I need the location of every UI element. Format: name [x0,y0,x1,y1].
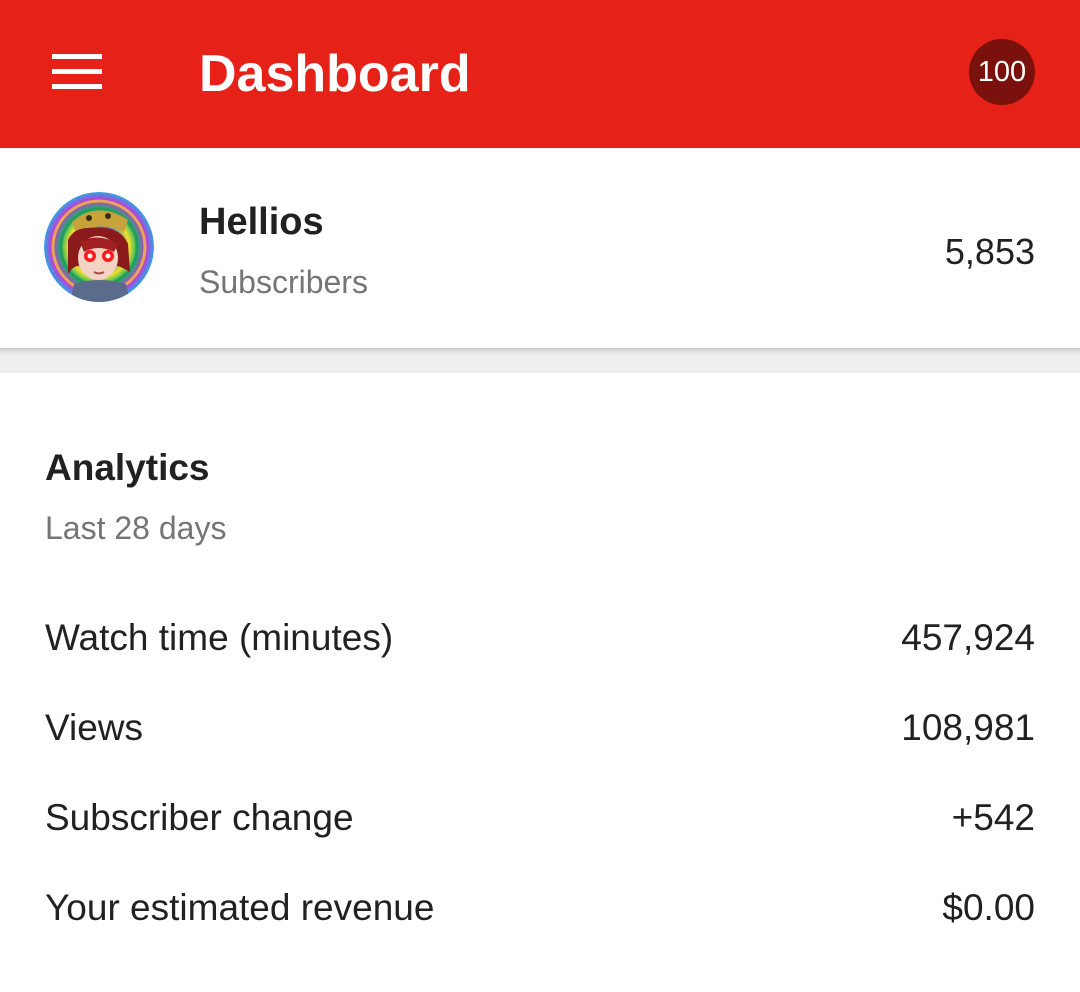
channel-card[interactable]: Hellios Subscribers 5,853 [0,148,1080,348]
metric-row-estimated-revenue: Your estimated revenue $0.00 [0,863,1080,953]
page-title: Dashboard [199,45,471,103]
channel-avatar-image [44,192,154,302]
analytics-title: Analytics [45,447,210,488]
metric-row-views: Views 108,981 [0,683,1080,773]
section-divider [0,348,1080,373]
analytics-card[interactable]: Analytics Last 28 days Watch time (minut… [0,373,1080,992]
metric-label: Watch time (minutes) [45,617,394,658]
app-bar: Dashboard 100 [0,0,1080,148]
metric-row-watch-time: Watch time (minutes) 457,924 [0,593,1080,683]
metric-value: $0.00 [942,887,1035,928]
metric-label: Your estimated revenue [45,887,435,928]
menu-line [52,69,102,74]
metric-label: Views [45,707,144,748]
menu-line [52,54,102,59]
analytics-period: Last 28 days [45,510,227,546]
metric-value: 457,924 [901,617,1035,658]
metric-value: 108,981 [901,707,1035,748]
metric-value: +542 [951,797,1035,838]
subscribers-label: Subscribers [199,264,368,300]
avatar [44,192,154,302]
notification-badge[interactable]: 100 [969,39,1035,105]
metric-label: Subscriber change [45,797,354,838]
hamburger-menu-icon[interactable] [40,40,114,104]
menu-line [52,84,102,89]
channel-name: Hellios [199,201,324,243]
subscribers-count: 5,853 [944,231,1035,272]
metric-row-subscriber-change: Subscriber change +542 [0,773,1080,863]
